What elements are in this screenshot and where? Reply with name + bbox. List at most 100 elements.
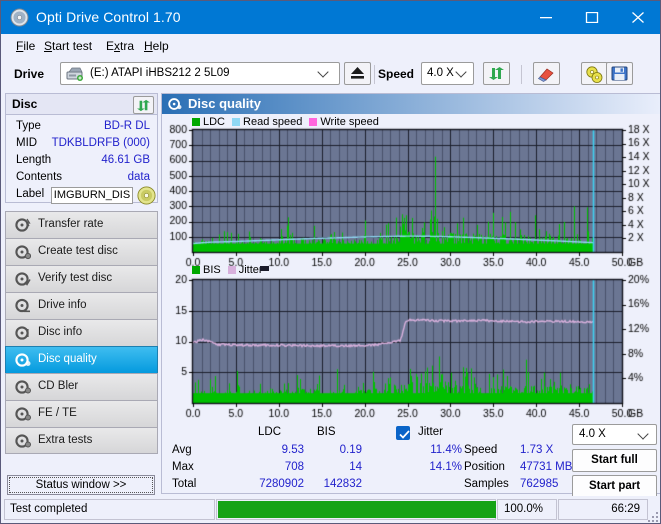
results-speed-label: Speed [464,444,498,456]
window-title: Opti Drive Control 1.70 [36,9,181,25]
sidebar-item-label: FE / TE [38,407,77,419]
sidebar-item-extra-tests[interactable]: Extra tests [5,427,158,454]
menu-file[interactable]: File [12,38,39,54]
speed-select[interactable]: 4.0 X [421,62,474,85]
sidebar-item-disc-quality[interactable]: Disc quality [5,346,158,373]
progress-percent: 100.0% [504,503,544,515]
refresh-button[interactable] [483,62,510,85]
disc-info-icon [15,325,31,341]
drive-select[interactable]: (E:) ATAPI iHBS212 2 5L09 [60,62,340,85]
erase-button[interactable] [533,62,560,85]
chevron-down-icon [455,66,467,78]
close-button[interactable] [616,1,660,34]
status-bar: Test completed 100.0% 66:29 [2,496,660,523]
results-avg-bis: 0.19 [339,444,362,456]
sidebar-item-label: Disc quality [38,353,97,365]
chevron-down-icon [637,428,649,440]
disc-section-header: Disc [5,93,158,115]
sidebar-item-fe-te[interactable]: FE / TE [5,400,158,427]
maximize-button[interactable] [570,1,616,34]
left-panel: Disc Type BD-R DL MID TDKBLDRFB (000) Le… [2,93,160,495]
drive-icon [66,66,84,82]
menu-help[interactable]: Help [140,38,173,54]
disc-row-label: Label IMGBURN_DIS [6,185,159,206]
results-row-avg-label: Avg [172,444,192,456]
results-avg-ldc: 9.53 [281,444,304,456]
save-button[interactable] [606,62,633,85]
disc-row-value: 46.61 GB [101,154,150,166]
disc-quality-ldc-chart[interactable] [162,124,660,274]
sidebar-item-transfer-rate[interactable]: Transfer rate [5,211,158,238]
disc-row-key: Contents [16,171,63,183]
sidebar-item-label: Create test disc [38,245,118,257]
toolbar-separator-1 [374,65,375,84]
eject-button[interactable] [344,62,371,85]
disc-row-key: Length [16,154,52,166]
test-speed-value: 4.0 X [579,428,606,440]
extra-tests-icon [15,433,31,449]
sidebar-item-label: Verify test disc [38,272,113,284]
progress-bar-fill [218,501,496,518]
results-position-label: Position [464,461,505,473]
disc-row-key: MID [16,137,38,149]
sidebar-item-label: Drive info [38,299,87,311]
transfer-rate-icon [15,217,31,233]
disc-row-value: TDKBLDRFB (000) [51,137,150,149]
disc-quality-panel: Disc quality LDC Read speed Write speed BI… [161,93,660,498]
menu-start-test[interactable]: Start test [40,38,96,54]
toolbar: Drive (E:) ATAPI iHBS212 2 5L09 Speed 4.… [2,57,660,92]
disc-quality-icon [168,97,182,111]
sidebar-item-create-test-disc[interactable]: Create test disc [5,238,158,265]
speed-label: Speed [378,67,415,81]
disc-row-key: Type [16,120,41,132]
sidebar-item-cd-bler[interactable]: CD Bler [5,373,158,400]
disc-quality-header: Disc quality [162,94,660,114]
chevron-down-icon [317,66,329,78]
sidebar-item-label: Extra tests [38,434,93,446]
speed-select-value: 4.0 X [427,67,454,79]
cd-bler-icon [15,379,31,395]
disc-info-table: Type BD-R DL MID TDKBLDRFB (000) Length … [5,115,159,206]
jitter-label: Jitter [418,426,443,438]
disc-quality-icon [15,352,31,368]
status-message-cell: Test completed [4,499,215,520]
disc-refresh-button[interactable] [133,96,154,114]
disc-tools-button[interactable] [581,62,608,85]
results-max-ldc: 708 [284,461,304,473]
status-window-button[interactable]: Status window >> [7,475,155,495]
disc-row-length: Length 46.61 GB [6,153,159,170]
chart-marker-artifact [260,266,269,271]
disc-row-mid: MID TDKBLDRFB (000) [6,136,159,153]
results-position-value: 47731 MB [520,461,573,473]
sidebar-item-label: Transfer rate [38,218,104,230]
title-bar: Opti Drive Control 1.70 [1,1,660,34]
elapsed-time: 66:29 [611,503,640,515]
jitter-checkbox[interactable] [396,426,410,440]
sidebar-item-verify-test-disc[interactable]: Verify test disc [5,265,158,292]
menu-extra[interactable]: Extra [102,38,138,54]
disc-section-title: Disc [12,97,38,111]
resize-grip[interactable] [646,510,658,522]
progress-bar [216,499,496,520]
results-panel: LDC BIS Jitter Avg Max Total 9.53 708 72… [162,424,660,498]
minimize-button[interactable] [524,1,570,34]
status-message: Test completed [10,503,88,515]
start-full-button[interactable]: Start full [572,449,657,472]
sidebar-item-drive-info[interactable]: Drive info [5,292,158,319]
sidebar-item-disc-info[interactable]: Disc info [5,319,158,346]
nav-list: Transfer rate Create test disc Verify te… [5,211,158,454]
results-col-bis: BIS [317,426,336,438]
sidebar-item-label: CD Bler [38,380,79,392]
disc-label-field[interactable]: IMGBURN_DIS [51,187,133,204]
results-speed-value: 1.73 X [520,444,554,456]
drive-select-value: (E:) ATAPI iHBS212 2 5L09 [90,67,230,79]
page-title: Disc quality [188,96,261,111]
drive-label: Drive [14,67,45,81]
disc-row-type: Type BD-R DL [6,119,159,136]
test-speed-select[interactable]: 4.0 X [572,424,657,445]
elapsed-time-cell: 66:29 [558,499,648,520]
disc-label-key: Label [16,188,45,200]
create-test-disc-icon [15,244,32,260]
start-part-button[interactable]: Start part [572,475,657,498]
disc-quality-bis-chart[interactable] [162,272,660,427]
